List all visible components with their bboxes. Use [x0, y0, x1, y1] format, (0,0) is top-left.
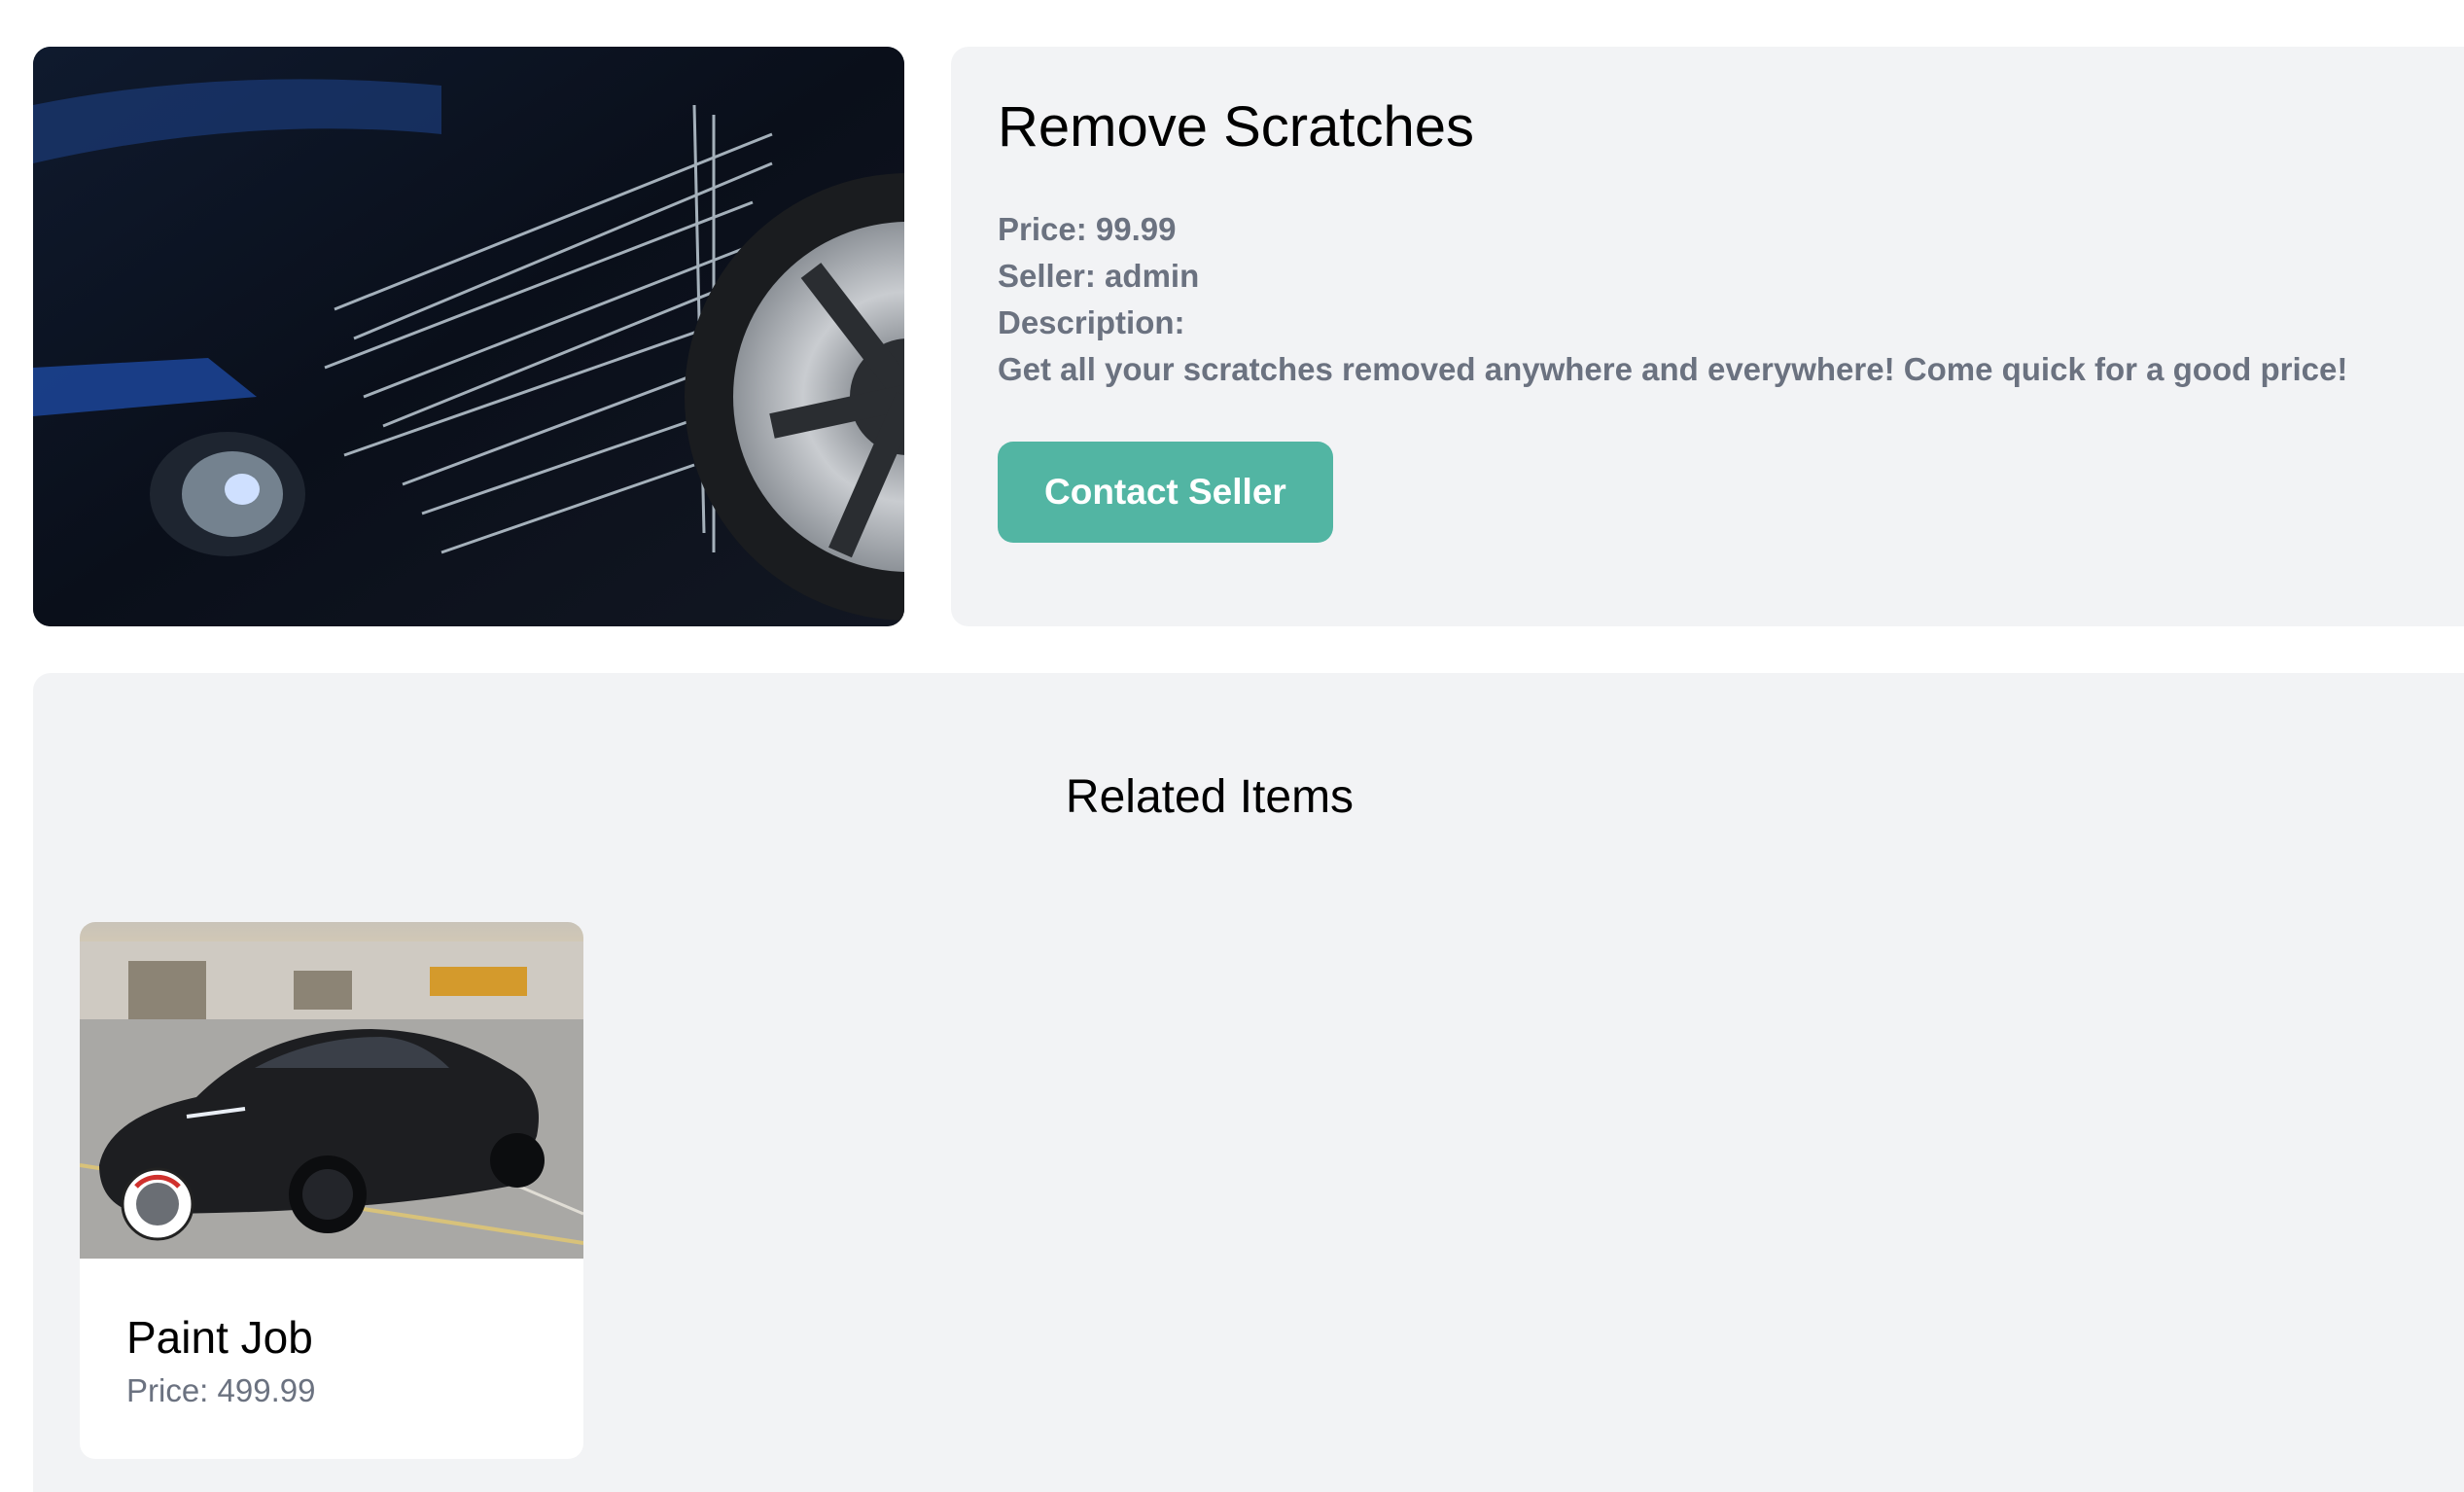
description-label: Description: [998, 304, 1185, 340]
product-title: Remove Scratches [998, 95, 1474, 159]
related-item-price: Price: 499.99 [126, 1372, 316, 1408]
contact-seller-button[interactable]: Contact Seller [998, 442, 1333, 543]
related-item-title: Paint Job [126, 1312, 313, 1363]
product-image [33, 47, 904, 626]
scratched-car-image [33, 47, 904, 626]
related-item-body: Paint Job Price: 499.99 [80, 1259, 583, 1410]
paint-job-image [80, 922, 583, 1259]
related-items-section: Related Items Paint Job Price: 499.99 [33, 673, 2464, 1492]
product-page: Remove Scratches Price: 99.99 Seller: ad… [0, 0, 2464, 1492]
product-price: Price: 99.99 [998, 211, 1177, 247]
product-details-panel: Remove Scratches Price: 99.99 Seller: ad… [951, 47, 2464, 626]
product-meta: Price: 99.99 Seller: admin Description: … [998, 206, 2464, 393]
product-description: Get all your scratches removed anywhere … [998, 351, 2348, 387]
related-items-heading: Related Items [1065, 771, 1355, 823]
related-item-card[interactable]: Paint Job Price: 499.99 [80, 922, 583, 1459]
product-seller: Seller: admin [998, 258, 1200, 294]
